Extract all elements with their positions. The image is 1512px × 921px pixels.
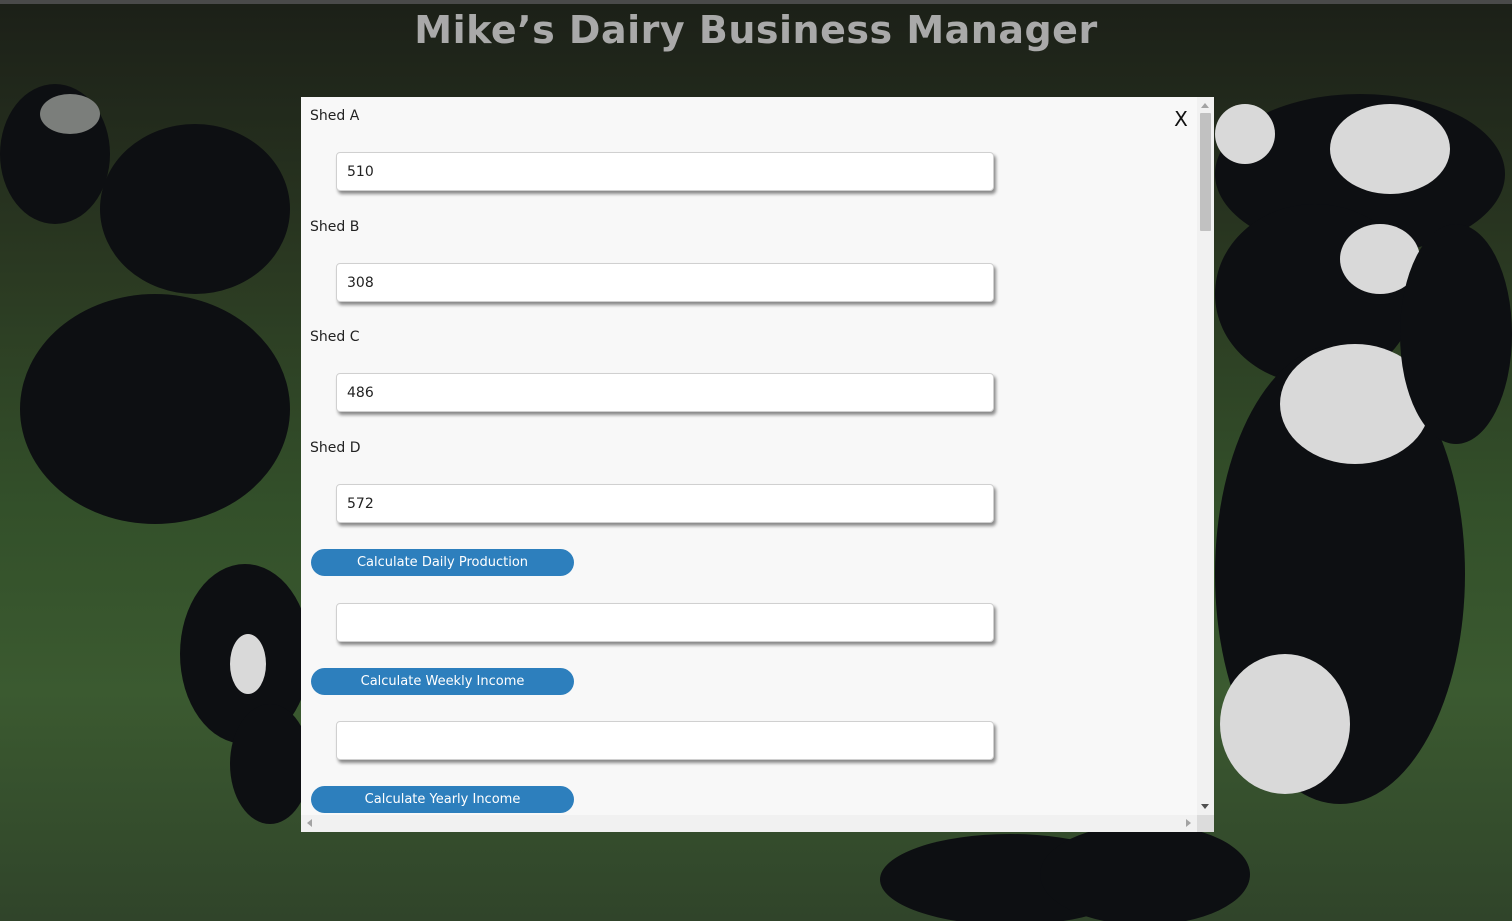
vertical-scroll-thumb[interactable] <box>1200 113 1211 231</box>
shed-c-label: Shed C <box>310 329 360 345</box>
calculate-yearly-income-button[interactable]: Calculate Yearly Income <box>311 786 574 813</box>
weekly-income-result-field[interactable] <box>336 721 994 760</box>
calculate-daily-production-button[interactable]: Calculate Daily Production <box>311 549 574 576</box>
scroll-left-arrow-icon[interactable] <box>307 819 312 827</box>
horizontal-scrollbar[interactable] <box>301 815 1197 832</box>
shed-b-label: Shed B <box>310 219 360 235</box>
shed-a-input[interactable] <box>336 152 994 191</box>
shed-a-label: Shed A <box>310 108 360 124</box>
shed-c-input[interactable] <box>336 373 994 412</box>
scroll-right-arrow-icon[interactable] <box>1186 819 1191 827</box>
shed-b-input[interactable] <box>336 263 994 302</box>
shed-d-label: Shed D <box>310 440 361 456</box>
shed-d-input[interactable] <box>336 484 994 523</box>
calculate-weekly-income-button[interactable]: Calculate Weekly Income <box>311 668 574 695</box>
daily-production-result-field[interactable] <box>336 603 994 642</box>
scroll-down-arrow-icon[interactable] <box>1201 804 1209 809</box>
close-button[interactable]: X <box>1172 108 1190 130</box>
vertical-scrollbar[interactable] <box>1197 97 1214 815</box>
app-title: Mike’s Dairy Business Manager <box>414 8 1098 52</box>
scroll-up-arrow-icon[interactable] <box>1201 103 1209 108</box>
scrollbar-corner <box>1197 815 1214 832</box>
